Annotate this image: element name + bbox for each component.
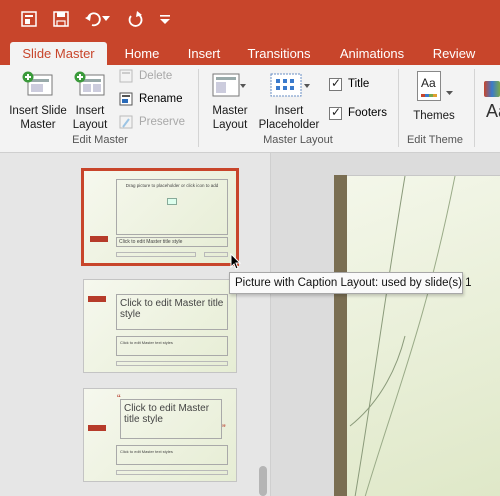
fonts-button[interactable]: Aa [486,101,500,122]
ribbon-tabs: Slide Master Home Insert Transitions Ani… [0,38,500,65]
themes-icon-text: Aa [421,76,436,90]
preserve-button[interactable]: Preserve [118,113,185,131]
rename-button[interactable]: Rename [118,90,182,108]
edit-master-group-label: Edit Master [72,134,128,146]
insert-layout-label-2: Layout [72,119,108,131]
insert-slide-master-icon [22,71,54,104]
picture-placeholder: Drag picture to placeholder or click ico… [116,179,228,235]
tab-home[interactable]: Home [114,42,170,65]
insert-placeholder-label-1: Insert [274,105,304,117]
slide-background-curves [349,176,456,496]
thumbnail-accent-tab [88,296,106,302]
subtitle-placeholder: Click to edit Master text styles [116,336,228,356]
themes-button[interactable]: Aa Themes [408,69,460,131]
master-layout-button[interactable]: Master Layout [206,69,254,131]
title-checkbox-label: Title [348,78,370,90]
subtitle-placeholder: Click to edit Master text styles [116,445,228,465]
title-checkbox-box[interactable] [329,76,342,91]
master-layout-label-2: Layout [212,119,248,131]
tab-transitions[interactable]: Transitions [238,42,320,65]
slide-canvas[interactable] [334,175,500,496]
slide-accent-bar [334,175,347,496]
layout-thumbnail-picture-caption[interactable]: Drag picture to placeholder or click ico… [81,168,239,266]
redo-icon[interactable] [124,8,146,30]
layout-thumbnail-quote[interactable]: “ Click to edit Master title style ” Cli… [83,388,237,482]
layout-tooltip: Picture with Caption Layout: used by sli… [229,272,472,294]
tab-animations[interactable]: Animations [330,42,414,65]
master-layout-group-label: Master Layout [263,134,333,146]
delete-button[interactable]: Delete [118,67,172,85]
themes-label: Themes [413,110,455,122]
thumbnail-accent-tab [90,236,108,242]
title-checkbox[interactable]: Title [329,75,369,93]
rename-icon [118,92,134,106]
insert-layout-label-1: Insert [75,105,105,117]
undo-dropdown-icon[interactable] [100,8,112,30]
master-layout-label-1: Master [212,105,248,117]
ribbon: Insert Slide Master Insert Layout Delete… [0,65,500,153]
insert-slide-master-button[interactable]: Insert Slide Master [6,69,70,131]
delete-icon [118,69,134,83]
ribbon-separator [398,69,399,147]
footer-placeholder [116,470,228,475]
tab-review[interactable]: Review [424,42,484,65]
pin-icon [118,115,134,129]
delete-label: Delete [139,70,173,82]
save-icon[interactable] [50,8,72,30]
footer-placeholder [116,252,196,257]
thumbnail-scrollbar-thumb[interactable] [259,466,267,496]
tab-insert[interactable]: Insert [178,42,230,65]
footers-checkbox-label: Footers [348,107,387,119]
insert-layout-icon [74,71,106,104]
caption-placeholder: Click to edit Master title style [116,237,228,247]
master-layout-icon [212,73,246,104]
insert-placeholder-icon [270,73,312,104]
ribbon-separator [474,69,475,147]
layout-thumbnail-title[interactable]: Click to edit Master title style Click t… [83,279,237,373]
customize-qat-icon[interactable] [154,8,176,30]
themes-dropdown-icon[interactable] [446,83,453,101]
footers-checkbox-box[interactable] [329,105,342,120]
ribbon-separator [198,69,199,147]
title-bar [0,0,500,38]
insert-placeholder-button[interactable]: Insert Placeholder [256,69,322,131]
title-placeholder: Click to edit Master title style [120,399,222,439]
preserve-label: Preserve [139,116,186,128]
insert-slide-master-label-2: Master [20,119,56,131]
close-quote-icon: ” [222,423,226,435]
thumbnail-scrollbar[interactable] [256,153,270,496]
insert-slide-master-label-1: Insert Slide [9,105,67,117]
page-number-placeholder [204,252,228,257]
picture-placeholder-text: Drag picture to placeholder or click ico… [125,183,219,188]
slide-master-view-icon[interactable] [18,8,40,30]
tab-slide-master[interactable]: Slide Master [10,42,107,65]
themes-icon: Aa [417,71,441,101]
insert-layout-button[interactable]: Insert Layout [70,69,110,131]
footers-checkbox[interactable]: Footers [329,104,387,122]
title-placeholder: Click to edit Master title style [116,294,228,330]
colors-button[interactable] [484,81,500,97]
footer-placeholder [116,361,228,366]
picture-icon [167,198,177,205]
insert-placeholder-label-2: Placeholder [258,119,320,131]
edit-theme-group-label: Edit Theme [406,134,464,146]
rename-label: Rename [139,93,183,105]
thumbnail-accent-tab [88,425,106,431]
